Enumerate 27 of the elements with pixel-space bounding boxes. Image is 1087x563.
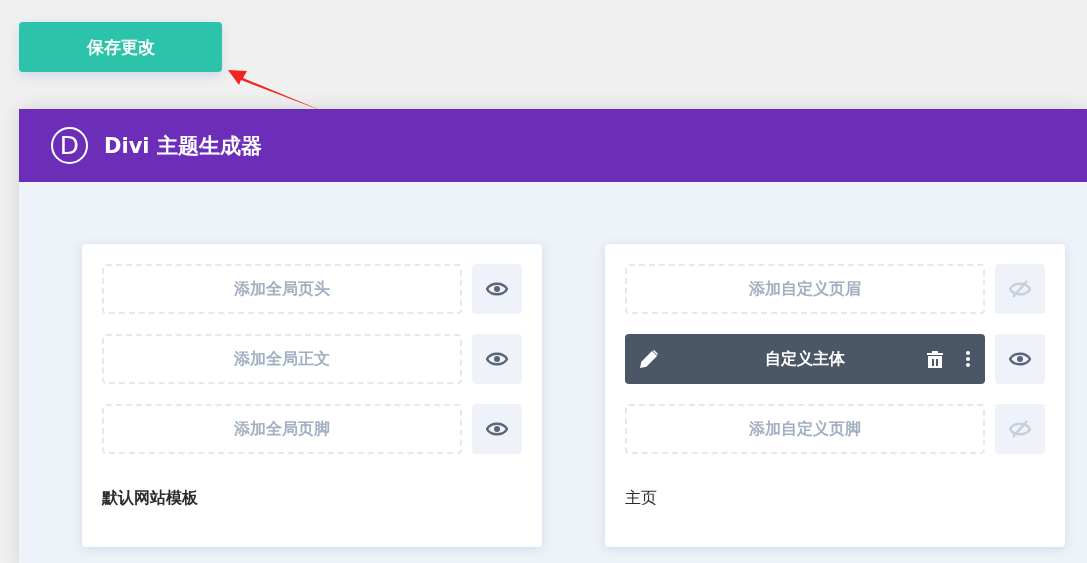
visibility-toggle[interactable] [472, 264, 522, 314]
visibility-toggle[interactable] [472, 404, 522, 454]
eye-off-icon [1009, 419, 1031, 439]
visibility-toggle[interactable] [995, 334, 1045, 384]
more-icon[interactable] [966, 351, 970, 367]
eye-off-icon [1009, 279, 1031, 299]
visibility-toggle[interactable] [995, 404, 1045, 454]
add-template-slot[interactable]: 添加全局页头 [102, 264, 462, 314]
visibility-toggle[interactable] [995, 264, 1045, 314]
delete-icon[interactable] [927, 350, 943, 368]
eye-icon [486, 351, 508, 367]
add-template-slot[interactable]: 添加自定义页脚 [625, 404, 985, 454]
edit-icon[interactable] [639, 349, 659, 369]
template-name: 主页 [625, 487, 658, 509]
eye-icon [486, 421, 508, 437]
eye-icon [1009, 351, 1031, 367]
add-template-slot[interactable]: 添加自定义页眉 [625, 264, 985, 314]
eye-icon [486, 281, 508, 297]
template-name: 默认网站模板 [102, 487, 199, 509]
divi-logo: D [51, 127, 88, 164]
visibility-toggle[interactable] [472, 334, 522, 384]
add-template-slot[interactable]: 添加全局页脚 [102, 404, 462, 454]
add-template-slot[interactable]: 添加全局正文 [102, 334, 462, 384]
template-slot[interactable]: 自定义主体 [625, 334, 985, 384]
slot-label: 自定义主体 [765, 348, 845, 370]
save-button[interactable]: 保存更改 [19, 22, 222, 72]
panel-title: Divi 主题生成器 [104, 132, 262, 160]
